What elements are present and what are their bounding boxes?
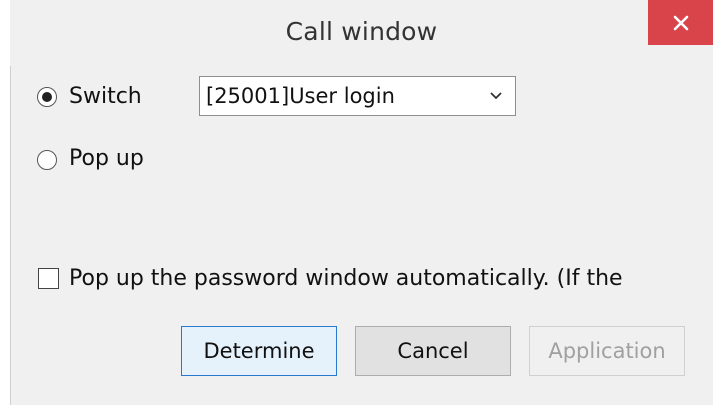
determine-button[interactable]: Determine bbox=[181, 326, 337, 376]
chevron-down-icon bbox=[490, 92, 502, 100]
popup-label[interactable]: Pop up bbox=[69, 146, 144, 171]
cancel-button[interactable]: Cancel bbox=[355, 326, 511, 376]
switch-radio[interactable] bbox=[37, 87, 57, 107]
auto-password-label[interactable]: Pop up the password window automatically… bbox=[69, 266, 623, 291]
window-title: Call window bbox=[285, 17, 438, 46]
auto-password-checkbox[interactable] bbox=[38, 268, 59, 289]
popup-radio[interactable] bbox=[37, 150, 57, 170]
radio-selected-dot bbox=[42, 92, 52, 102]
switch-label[interactable]: Switch bbox=[69, 84, 142, 109]
window-select-dropdown[interactable]: [25001]User login bbox=[199, 76, 516, 116]
call-window-dialog: Call window Switch [25001]User login Pop… bbox=[10, 0, 713, 405]
application-button[interactable]: Application bbox=[529, 326, 685, 376]
close-icon bbox=[673, 15, 688, 30]
close-button[interactable] bbox=[648, 0, 713, 45]
window-select-value: [25001]User login bbox=[206, 84, 395, 108]
dialog-body: Switch [25001]User login Pop up Pop up t… bbox=[10, 66, 713, 405]
title-bar: Call window bbox=[10, 0, 713, 66]
